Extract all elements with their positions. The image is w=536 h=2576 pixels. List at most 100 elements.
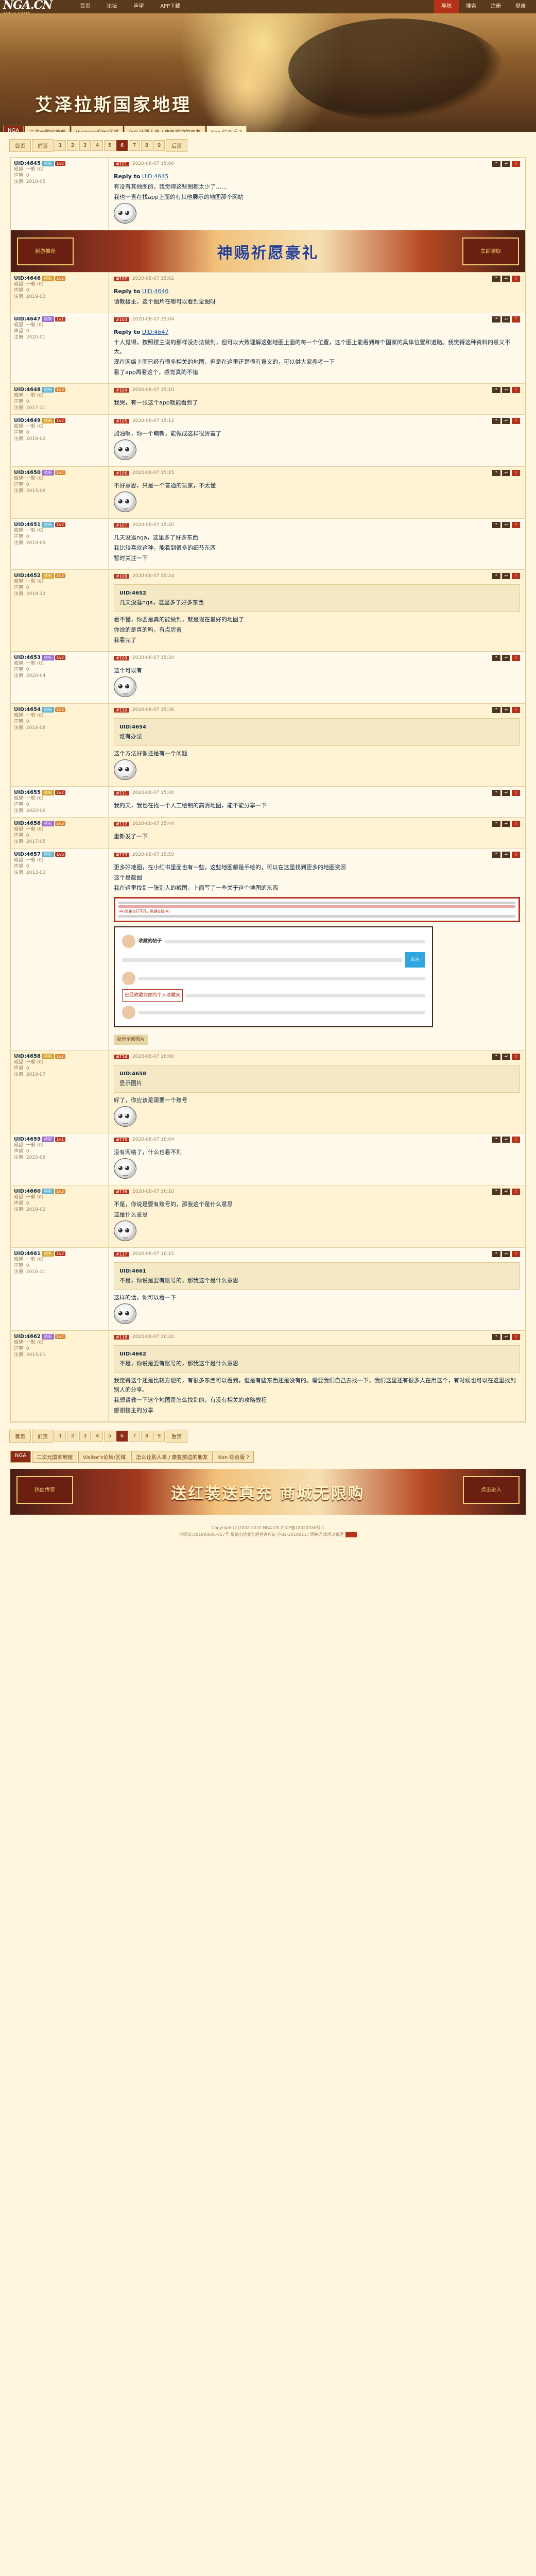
reply-icon[interactable]: ↩ <box>502 573 510 579</box>
reply-icon[interactable]: ↩ <box>502 276 510 282</box>
quote-author[interactable]: UID:4662 <box>119 1351 146 1357</box>
ad-right-panel[interactable]: 点击进入 <box>463 1476 520 1504</box>
quote-icon[interactable]: ❝ <box>492 161 500 167</box>
pager-page-5[interactable]: 5 <box>104 140 115 151</box>
floor-number[interactable]: #115 <box>114 1137 129 1142</box>
reply-icon[interactable]: ↩ <box>502 1334 510 1340</box>
report-icon[interactable]: ! <box>512 316 520 323</box>
floor-number[interactable]: #106 <box>114 470 129 476</box>
floor-number[interactable]: #101 <box>114 161 129 166</box>
report-icon[interactable]: ! <box>512 790 520 796</box>
pager-page-9[interactable]: 9 <box>153 1431 165 1442</box>
reply-icon[interactable]: ↩ <box>502 707 510 713</box>
bottom-ad-banner[interactable]: 热血传奇 送红装送真充 商城无限购 点击进入 <box>10 1469 526 1515</box>
reply-icon[interactable]: ↩ <box>502 1137 510 1143</box>
quote-icon[interactable]: ❝ <box>492 316 500 323</box>
quote-icon[interactable]: ❝ <box>492 522 500 528</box>
reply-to-user-link[interactable]: UID:4647 <box>142 329 168 335</box>
author-uid[interactable]: UID:4647 <box>14 316 41 322</box>
pager-page-8[interactable]: 8 <box>141 1431 152 1442</box>
pager-page-7[interactable]: 7 <box>129 1431 140 1442</box>
report-icon[interactable]: ! <box>512 470 520 476</box>
pager-next[interactable]: 后页 <box>166 1430 187 1443</box>
nav-app-download[interactable]: APP下载 <box>152 0 188 13</box>
breadcrumb-board[interactable]: Kon 综合版 ? <box>206 126 247 132</box>
reply-icon[interactable]: ↩ <box>502 852 510 858</box>
author-uid[interactable]: UID:4646 <box>14 276 41 281</box>
report-icon[interactable]: ! <box>512 852 520 858</box>
author-uid[interactable]: UID:4651 <box>14 522 41 528</box>
reply-icon[interactable]: ↩ <box>502 655 510 661</box>
footer-crumb-geo[interactable]: 二次元国家地理 <box>32 1451 78 1463</box>
floor-number[interactable]: #111 <box>114 790 129 795</box>
author-uid[interactable]: UID:4657 <box>14 852 41 857</box>
pager-page-3[interactable]: 3 <box>79 140 91 151</box>
nav-register[interactable]: 注册 <box>483 0 508 13</box>
quote-icon[interactable]: ❝ <box>492 707 500 713</box>
author-uid[interactable]: UID:4650 <box>14 470 41 476</box>
pager-page-1[interactable]: 1 <box>55 140 66 151</box>
floor-number[interactable]: #103 <box>114 317 129 322</box>
pager-page-5[interactable]: 5 <box>104 1431 115 1442</box>
floor-number[interactable]: #108 <box>114 573 129 579</box>
quote-icon[interactable]: ❝ <box>492 852 500 858</box>
breadcrumb-geo[interactable]: 二次元国家地理 <box>25 126 71 132</box>
floor-number[interactable]: #117 <box>114 1251 129 1257</box>
quote-icon[interactable]: ❝ <box>492 1251 500 1257</box>
author-uid[interactable]: UID:4656 <box>14 821 41 826</box>
quote-icon[interactable]: ❝ <box>492 1189 500 1195</box>
report-icon[interactable]: ! <box>512 418 520 424</box>
ad-left-panel[interactable]: 新游推荐 <box>17 238 74 265</box>
nav-home[interactable]: 首页 <box>72 0 98 13</box>
quote-icon[interactable]: ❝ <box>492 790 500 796</box>
pager-page-6[interactable]: 6 <box>116 1431 128 1442</box>
nav-reputation[interactable]: 声望 <box>125 0 152 13</box>
breadcrumb-visitor[interactable]: Visitor's论坛/区域 <box>71 126 123 132</box>
show-all-images-button[interactable]: 显示全部图片 <box>114 1035 148 1045</box>
reply-icon[interactable]: ↩ <box>502 1189 510 1195</box>
report-icon[interactable]: ! <box>512 655 520 661</box>
floor-number[interactable]: #118 <box>114 1334 129 1340</box>
nav-guide[interactable]: 导航 <box>434 0 459 13</box>
footer-crumb-nga[interactable]: NGA <box>10 1451 31 1463</box>
reply-to-user-link[interactable]: UID:4646 <box>142 288 168 295</box>
report-icon[interactable]: ! <box>512 161 520 167</box>
quote-icon[interactable]: ❝ <box>492 1334 500 1340</box>
pager-page-9[interactable]: 9 <box>153 140 165 151</box>
quote-icon[interactable]: ❝ <box>492 655 500 661</box>
floor-number[interactable]: #112 <box>114 821 129 826</box>
quote-icon[interactable]: ❝ <box>492 276 500 282</box>
quote-author[interactable]: UID:4661 <box>119 1268 146 1274</box>
pager-page-2[interactable]: 2 <box>67 140 78 151</box>
pager-next[interactable]: 后页 <box>166 139 187 152</box>
pager-page-7[interactable]: 7 <box>129 140 140 151</box>
pager-prev[interactable]: 前页 <box>32 1430 54 1443</box>
floor-number[interactable]: #113 <box>114 852 129 857</box>
pager-prev[interactable]: 前页 <box>32 139 54 152</box>
author-uid[interactable]: UID:4649 <box>14 418 41 423</box>
pager-page-8[interactable]: 8 <box>141 140 152 151</box>
reply-icon[interactable]: ↩ <box>502 1054 510 1060</box>
reply-to-user-link[interactable]: UID:4645 <box>142 173 168 180</box>
report-icon[interactable]: ! <box>512 1137 520 1143</box>
report-icon[interactable]: ! <box>512 1054 520 1060</box>
pager-page-6[interactable]: 6 <box>116 140 128 151</box>
footer-crumb-board[interactable]: Kon 综合版 ? <box>213 1451 254 1463</box>
floor-number[interactable]: #114 <box>114 1054 129 1059</box>
author-uid[interactable]: UID:4652 <box>14 573 41 579</box>
author-uid[interactable]: UID:4655 <box>14 790 41 795</box>
floor-number[interactable]: #105 <box>114 418 129 423</box>
floor-number[interactable]: #107 <box>114 522 129 528</box>
pager-page-4[interactable]: 4 <box>92 140 103 151</box>
quote-icon[interactable]: ❝ <box>492 573 500 579</box>
follow-button[interactable]: 关注 <box>405 952 425 968</box>
quote-icon[interactable]: ❝ <box>492 1137 500 1143</box>
author-uid[interactable]: UID:4654 <box>14 707 41 713</box>
reply-icon[interactable]: ↩ <box>502 387 510 393</box>
reply-icon[interactable]: ↩ <box>502 316 510 323</box>
quote-icon[interactable]: ❝ <box>492 470 500 476</box>
pager-page-2[interactable]: 2 <box>67 1431 78 1442</box>
pager-first[interactable]: 首页 <box>9 139 31 152</box>
author-uid[interactable]: UID:4648 <box>14 387 41 393</box>
in-thread-ad-banner[interactable]: 新游推荐 神赐祈愿豪礼 立即领取 <box>11 230 525 273</box>
